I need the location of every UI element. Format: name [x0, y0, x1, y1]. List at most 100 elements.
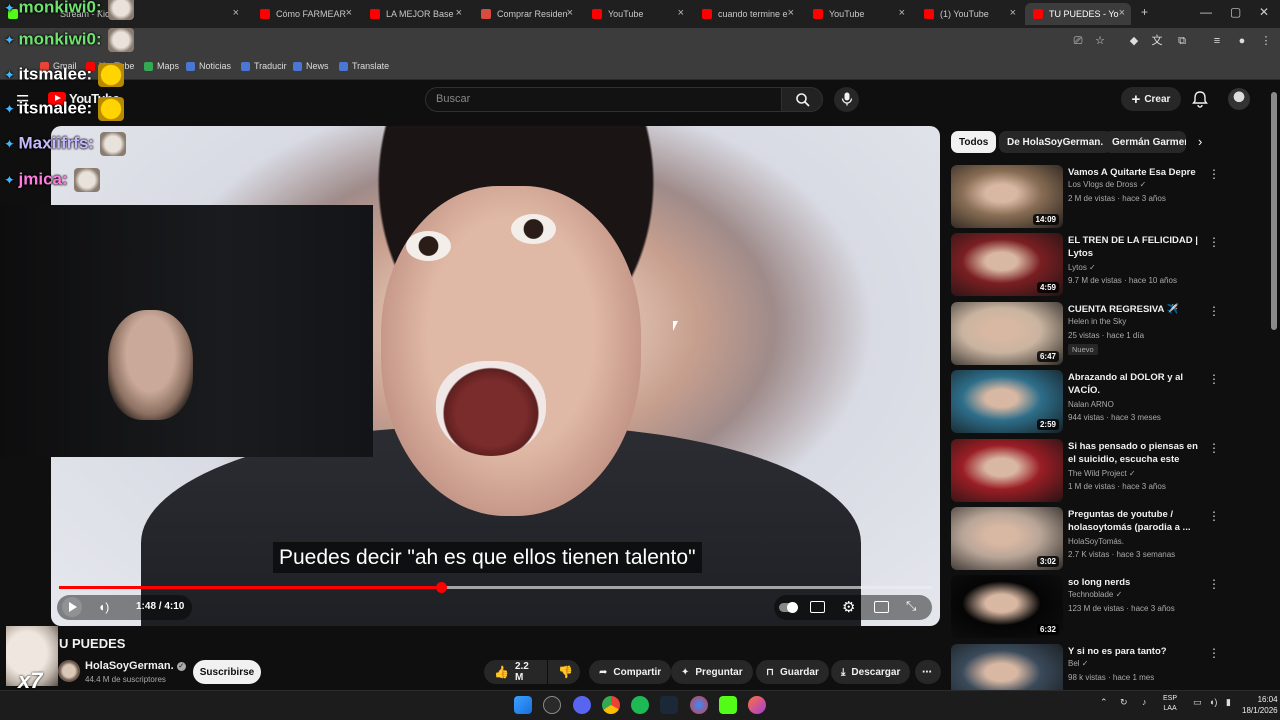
recommended-channel[interactable]: HolaSoyTomás. — [1068, 537, 1124, 546]
recommended-title[interactable]: CUENTA REGRESIVA ✈️ — [1068, 303, 1204, 316]
discord-icon[interactable] — [573, 696, 591, 714]
keyboard-language[interactable]: ESP LAA — [1163, 694, 1177, 714]
browser-tab[interactable]: cuando termine e × — [694, 3, 800, 25]
fullscreen-icon[interactable]: ⤡ — [906, 598, 916, 614]
recommended-title[interactable]: EL TREN DE LA FELICIDAD | Lytos — [1068, 234, 1204, 260]
browser-tab[interactable]: Comprar Residen × — [473, 3, 579, 25]
more-options-icon[interactable]: ⋮ — [1208, 167, 1220, 181]
subscribe-button[interactable]: Suscribirse — [193, 660, 261, 684]
steam-icon[interactable] — [543, 696, 561, 714]
recommended-title[interactable]: Preguntas de youtube / holasoytomás (par… — [1068, 508, 1204, 534]
recommended-title[interactable]: Abrazando al DOLOR y al VACÍO. — [1068, 371, 1204, 397]
network-sync-icon[interactable]: ↻ — [1120, 697, 1128, 708]
autoplay-toggle[interactable] — [779, 602, 798, 613]
page-scrollbar-thumb[interactable] — [1271, 92, 1277, 330]
chip-all[interactable]: Todos — [951, 131, 997, 153]
display-icon[interactable]: ▭ — [1193, 697, 1202, 708]
obs-icon[interactable] — [690, 696, 708, 714]
share-button[interactable]: ➦ Compartir — [589, 660, 672, 684]
recommended-video[interactable]: 4:59 EL TREN DE LA FELICIDAD | Lytos Lytos… — [951, 233, 1261, 297]
search-input[interactable]: Buscar — [425, 87, 782, 112]
download-button[interactable]: ⤓ Descargar — [831, 660, 911, 684]
bookmark-star-icon[interactable]: ☆ — [1093, 34, 1107, 48]
tab-close-icon[interactable]: × — [678, 7, 684, 19]
minimize-button[interactable]: — — [1200, 5, 1212, 19]
profile-icon[interactable]: ● — [1235, 34, 1249, 48]
play-button[interactable] — [62, 597, 82, 617]
save-button[interactable]: ⊓ Guardar — [756, 660, 829, 684]
recommended-video[interactable]: 14:09 Vamos A Quitarte Esa Depre Los Vlogs… — [951, 165, 1261, 229]
browser-tab[interactable]: YouTube × — [584, 3, 690, 25]
recommended-channel[interactable]: Bel ✓ — [1068, 659, 1089, 668]
more-options-icon[interactable]: ⋮ — [1208, 441, 1220, 455]
chip-channel[interactable]: De HolaSoyGerman. — [999, 131, 1112, 153]
spotify-icon[interactable] — [631, 696, 649, 714]
extension-icon[interactable]: ◆ — [1127, 34, 1141, 48]
recommended-channel[interactable]: Los Vlogs de Dross ✓ — [1068, 180, 1146, 189]
battery-icon[interactable]: ▮ — [1226, 697, 1231, 708]
tab-close-icon[interactable]: × — [456, 7, 462, 19]
recommended-video[interactable]: 2:59 Abrazando al DOLOR y al VACÍO. Nalan … — [951, 370, 1261, 434]
video-thumbnail[interactable]: 4:59 — [951, 233, 1063, 296]
bookmark-item[interactable]: News — [293, 61, 329, 71]
tab-close-icon[interactable]: × — [1010, 7, 1016, 19]
new-tab-button[interactable]: + — [1141, 5, 1148, 19]
chip-german[interactable]: Germán Garmendia — [1104, 131, 1186, 153]
progress-bar[interactable] — [59, 582, 932, 593]
tab-close-icon[interactable]: × — [788, 7, 794, 19]
recommended-video[interactable]: Si has pensado o piensas en el suicidio,… — [951, 439, 1261, 503]
recommended-video[interactable]: 6:47 CUENTA REGRESIVA ✈️ Helen in the Sky 2… — [951, 302, 1261, 366]
settings-gear-icon[interactable]: ⚙ — [842, 598, 855, 616]
more-actions-button[interactable]: ⋯ — [915, 660, 941, 684]
channel-avatar[interactable] — [58, 660, 80, 682]
ask-button[interactable]: ✦ Preguntar — [671, 660, 753, 684]
tab-close-icon[interactable]: × — [346, 7, 352, 19]
progress-scrubber[interactable] — [435, 582, 447, 593]
tab-close-icon[interactable]: × — [567, 7, 573, 19]
more-options-icon[interactable]: ⋮ — [1208, 509, 1220, 523]
chrome-icon[interactable] — [602, 696, 620, 714]
subtitles-icon[interactable] — [810, 601, 825, 613]
recommended-title[interactable]: Y si no es para tanto? — [1068, 645, 1204, 658]
cast-icon[interactable]: ⎚ — [1071, 34, 1085, 48]
video-thumbnail[interactable]: 3:02 — [951, 507, 1063, 570]
browser-tab[interactable]: (1) YouTube × — [916, 3, 1022, 25]
browser-tab[interactable]: Cómo FARMEAR × — [252, 3, 358, 25]
translate-icon[interactable]: 文 — [1150, 34, 1164, 48]
tab-close-icon[interactable]: × — [233, 7, 239, 19]
browser-tab[interactable]: LA MEJOR Base C × — [362, 3, 468, 25]
system-clock[interactable]: 16:04 18/1/2026 — [1242, 694, 1278, 716]
create-button[interactable]: + Crear — [1121, 87, 1181, 111]
more-options-icon[interactable]: ⋮ — [1208, 235, 1220, 249]
browser-icon[interactable] — [748, 696, 766, 714]
voice-search-button[interactable] — [834, 87, 859, 112]
kick-icon[interactable] — [719, 696, 737, 714]
video-thumbnail[interactable]: 2:59 — [951, 370, 1063, 433]
steam-app-icon[interactable] — [660, 696, 678, 714]
recommended-channel[interactable]: Nalan ARNO — [1068, 400, 1114, 409]
queue-icon[interactable]: ≡ — [1210, 34, 1224, 48]
chevron-right-icon[interactable]: › — [1198, 134, 1202, 149]
puzzle-icon[interactable]: ⧉ — [1175, 34, 1189, 48]
more-options-icon[interactable]: ⋮ — [1208, 646, 1220, 660]
recommended-channel[interactable]: Technoblade ✓ — [1068, 590, 1122, 599]
recommended-channel[interactable]: Lytos ✓ — [1068, 263, 1096, 272]
theater-mode-icon[interactable] — [874, 601, 889, 613]
more-options-icon[interactable]: ⋮ — [1208, 577, 1220, 591]
recommended-title[interactable]: Si has pensado o piensas en el suicidio,… — [1068, 440, 1204, 467]
video-thumbnail[interactable]: 6:32 — [951, 575, 1063, 638]
search-button[interactable] — [781, 87, 823, 112]
recommended-channel[interactable]: Helen in the Sky — [1068, 317, 1126, 326]
start-icon[interactable] — [514, 696, 532, 714]
tab-close-icon[interactable]: × — [1119, 7, 1125, 19]
maximize-button[interactable]: ▢ — [1230, 5, 1241, 19]
recommended-video[interactable]: 6:32 so long nerds Technoblade ✓ 123 M de v… — [951, 575, 1261, 639]
like-button[interactable]: 👍 2.2 M — [484, 660, 547, 684]
recommended-video[interactable]: 3:02 Preguntas de youtube / holasoytomás … — [951, 507, 1261, 571]
mic-tray-icon[interactable]: ♪ — [1142, 697, 1147, 707]
bookmark-item[interactable]: Maps — [144, 61, 179, 71]
browser-tab[interactable]: TU PUEDES - You × — [1025, 3, 1131, 25]
recommended-channel[interactable]: The Wild Project ✓ — [1068, 469, 1136, 478]
recommended-title[interactable]: so long nerds — [1068, 576, 1204, 589]
menu-icon[interactable]: ⋮ — [1259, 34, 1273, 48]
